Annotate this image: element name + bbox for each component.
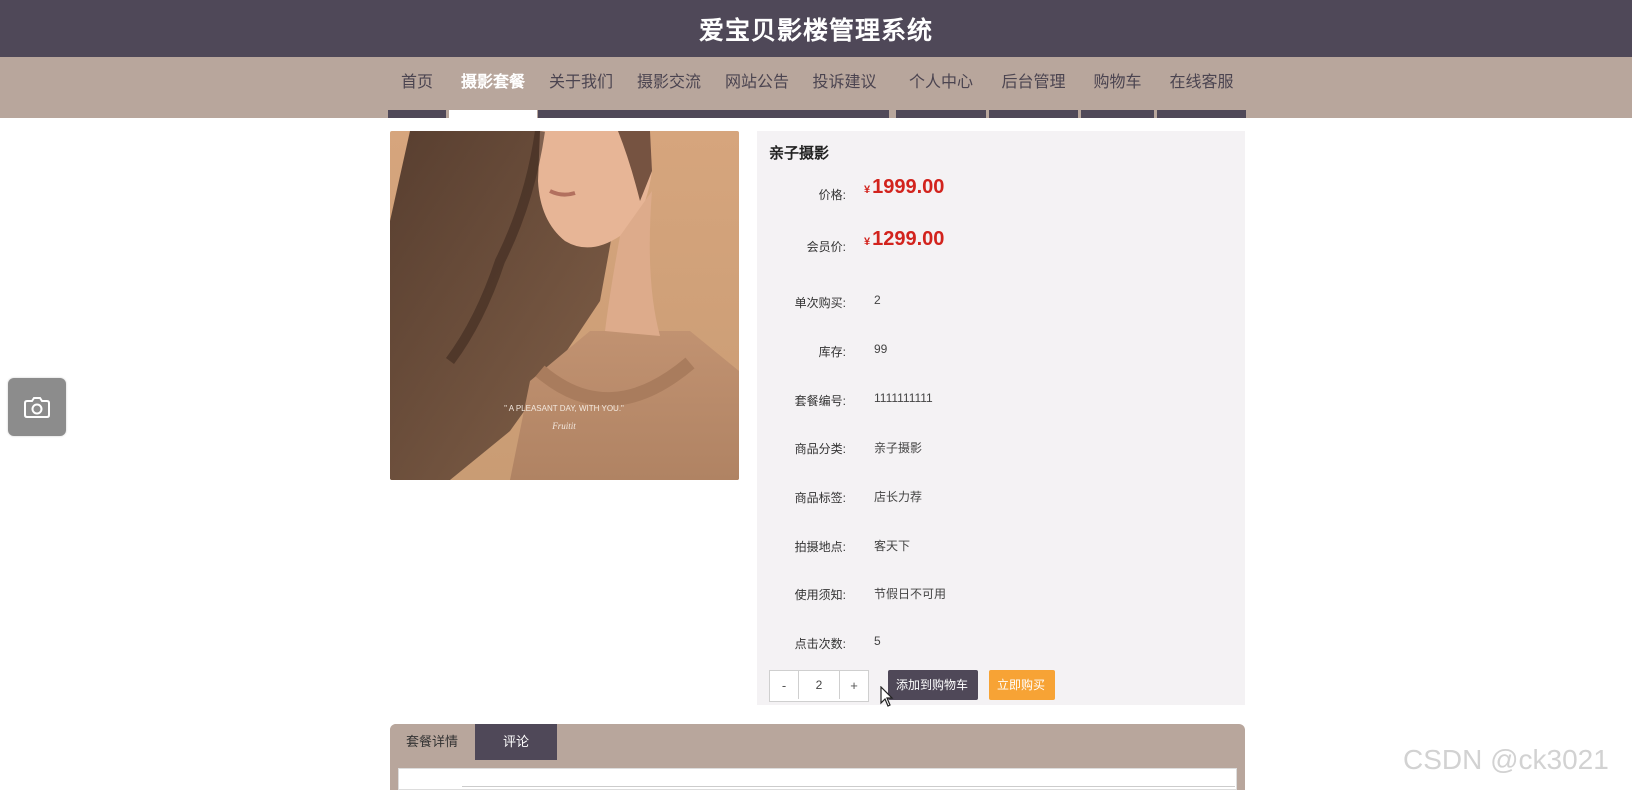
field-row: 商品标签: 店长力荐 [757, 485, 1245, 507]
nav-user-center[interactable]: 个人中心 [896, 57, 986, 118]
tab-content [390, 760, 1245, 790]
add-to-cart-button[interactable]: 添加到购物车 [888, 670, 978, 700]
field-label: 套餐编号: [794, 394, 846, 408]
field-row: 单次购买: 2 [757, 290, 1245, 312]
nav-forum[interactable]: 摄影交流 [624, 57, 714, 118]
screenshot-button[interactable] [8, 378, 66, 436]
nav-packages[interactable]: 摄影套餐 [449, 57, 537, 118]
quantity-stepper: - + [769, 670, 869, 702]
field-label: 单次购买: [794, 296, 846, 310]
tab-package-detail[interactable]: 套餐详情 [390, 724, 474, 760]
nav-cart[interactable]: 购物车 [1081, 57, 1154, 118]
quantity-input[interactable] [798, 671, 840, 699]
nav-service[interactable]: 在线客服 [1157, 57, 1246, 118]
field-value: 5 [874, 634, 881, 648]
field-value: 亲子摄影 [874, 441, 923, 455]
nav-label: 投诉建议 [812, 74, 877, 91]
nav-notice[interactable]: 网站公告 [714, 57, 800, 118]
price-label: 价格: [818, 188, 846, 202]
increase-button[interactable]: + [840, 671, 868, 701]
nav-label: 个人中心 [908, 74, 973, 91]
image-signature: Fruitit [551, 421, 576, 431]
nav-label: 网站公告 [724, 74, 789, 91]
currency-symbol: ¥ [864, 184, 871, 196]
nav-label: 摄影交流 [636, 74, 701, 91]
member-price-value: ¥1299.00 [864, 228, 944, 251]
decrease-button[interactable]: - [770, 671, 798, 701]
product-name: 亲子摄影 [769, 145, 830, 162]
member-price-label: 会员价: [806, 240, 846, 254]
nav-about[interactable]: 关于我们 [538, 57, 624, 118]
price-row: 价格: ¥1999.00 [757, 176, 1245, 204]
price-number: 1999.00 [872, 176, 945, 198]
nav-home[interactable]: 首页 [388, 57, 446, 118]
nav-label: 购物车 [1093, 74, 1142, 91]
field-label: 商品标签: [794, 491, 846, 505]
product-photo: " A PLEASANT DAY, WITH YOU." Fruitit [390, 131, 739, 480]
main-nav: 首页 摄影套餐 关于我们 摄影交流 网站公告 投诉建议 个人中心 后台管理 购物… [0, 57, 1632, 118]
product-image: " A PLEASANT DAY, WITH YOU." Fruitit [390, 131, 739, 480]
field-row: 使用须知: 节假日不可用 [757, 582, 1245, 604]
currency-symbol: ¥ [864, 236, 871, 248]
nav-label: 关于我们 [548, 74, 613, 91]
member-price-row: 会员价: ¥1299.00 [757, 228, 1245, 256]
field-row: 拍摄地点: 客天下 [757, 534, 1245, 556]
nav-label: 首页 [400, 74, 433, 91]
field-value: 客天下 [874, 539, 911, 553]
field-value: 99 [874, 342, 888, 356]
field-label: 点击次数: [794, 637, 846, 651]
field-row: 点击次数: 5 [757, 631, 1245, 653]
camera-icon [24, 397, 50, 418]
field-value: 节假日不可用 [874, 587, 947, 601]
nav-label: 摄影套餐 [460, 74, 525, 91]
field-row: 商品分类: 亲子摄影 [757, 436, 1245, 458]
field-row: 库存: 99 [757, 339, 1245, 361]
nav-admin[interactable]: 后台管理 [989, 57, 1078, 118]
site-title: 爱宝贝影楼管理系统 [698, 16, 933, 45]
mouse-cursor-icon [880, 686, 894, 707]
site-header: 爱宝贝影楼管理系统 [0, 0, 1632, 57]
image-caption: " A PLEASANT DAY, WITH YOU." [504, 404, 624, 413]
watermark: CSDN @ck3021 [1403, 744, 1609, 775]
price-value: ¥1999.00 [864, 176, 944, 199]
field-label: 库存: [818, 345, 846, 359]
field-label: 商品分类: [794, 442, 846, 456]
tab-comments[interactable]: 评论 [475, 724, 557, 760]
product-info-panel: 亲子摄影 价格: ¥1999.00 会员价: ¥1299.00 单次购买: 2 … [757, 131, 1245, 705]
member-price-number: 1299.00 [872, 228, 945, 250]
buy-now-button[interactable]: 立即购买 [989, 670, 1055, 700]
field-label: 拍摄地点: [794, 540, 846, 554]
field-label: 使用须知: [794, 588, 846, 602]
detail-tabs: 套餐详情 评论 [390, 724, 1245, 760]
field-value: 店长力荐 [874, 490, 923, 504]
nav-label: 在线客服 [1169, 74, 1234, 91]
field-value: 1111111111 [874, 391, 933, 405]
divider [462, 786, 1235, 787]
field-row: 套餐编号: 1111111111 [757, 388, 1245, 410]
field-value: 2 [874, 293, 881, 307]
nav-feedback[interactable]: 投诉建议 [800, 57, 889, 118]
nav-label: 后台管理 [1001, 74, 1066, 91]
